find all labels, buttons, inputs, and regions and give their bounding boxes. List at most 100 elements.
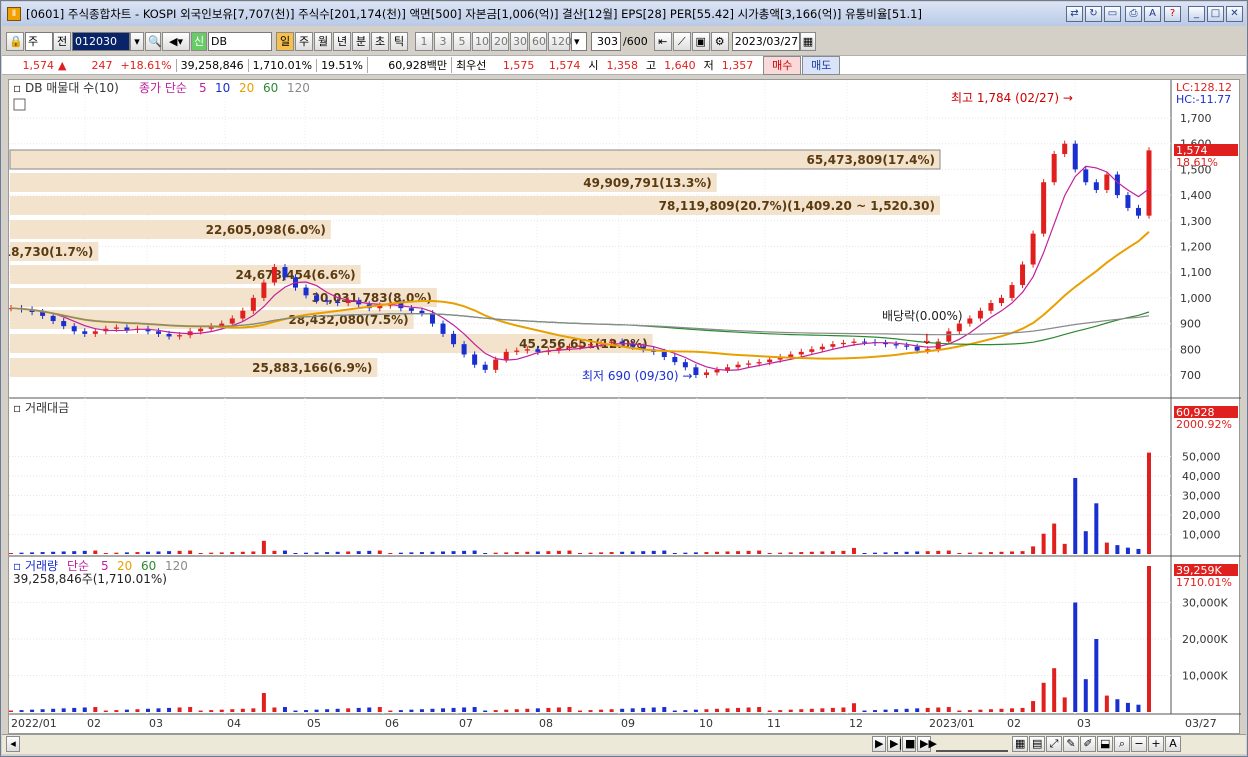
volume-bar — [556, 707, 561, 712]
amount-bar — [19, 552, 24, 554]
candle-body — [166, 333, 172, 337]
volume-bar — [72, 707, 77, 712]
period-select[interactable]: 주 — [25, 31, 53, 51]
volume-bar — [472, 707, 477, 712]
volume-bar — [746, 707, 751, 712]
zoom-in-icon[interactable]: + — [1148, 736, 1164, 752]
volume-bar — [620, 708, 625, 712]
volume-bar — [873, 710, 878, 712]
calendar-icon[interactable]: ▦ — [799, 31, 816, 51]
speaker-icon[interactable]: ◀▾ — [162, 31, 190, 51]
volume-bar — [862, 710, 867, 712]
candle-body — [893, 344, 899, 346]
candle-body — [840, 342, 846, 345]
period-tab-6[interactable]: 틱 — [390, 31, 408, 51]
volume-bar — [1115, 699, 1120, 712]
code-input[interactable]: 012030 — [72, 31, 130, 51]
count-input[interactable]: 303 — [591, 31, 621, 51]
volume-bar — [630, 708, 635, 712]
low-price: 1,357 — [721, 58, 754, 72]
trend-tool-icon[interactable]: ⟋ — [672, 31, 691, 51]
amount-bar — [30, 552, 35, 554]
chart-canvas[interactable]: 1,7001,6001,5001,4001,3001,2001,1001,000… — [0, 80, 1241, 735]
amount-bar — [714, 551, 719, 554]
stock-name-field[interactable]: DB — [208, 31, 272, 51]
volume-bar — [219, 709, 224, 712]
minimize-button[interactable]: _ — [1188, 6, 1205, 22]
sell-button[interactable]: 매도 — [802, 55, 841, 75]
play-icon[interactable]: ▶ — [872, 736, 886, 752]
volume-bar — [588, 710, 593, 712]
split-icon[interactable]: ▤ — [1029, 736, 1045, 752]
amount-bar — [377, 550, 382, 554]
interval-button-5[interactable]: 5 — [453, 31, 471, 51]
candle-body — [977, 310, 983, 319]
zoom-tool-icon[interactable]: ⇤ — [653, 31, 672, 51]
period-tab-2[interactable]: 월 — [314, 31, 332, 51]
period-tab-4[interactable]: 분 — [352, 31, 370, 51]
interval-button-1[interactable]: 1 — [415, 31, 433, 51]
interval-button-20[interactable]: 20 — [491, 31, 509, 51]
period-tab-1[interactable]: 주 — [295, 31, 313, 51]
expand-icon[interactable]: ⤢ — [1046, 736, 1062, 752]
amount-bar — [967, 552, 972, 554]
pen-icon[interactable]: ✐ — [1080, 736, 1096, 752]
search-icon[interactable]: 🔍 — [145, 31, 162, 51]
price-change-pct: +18.61% — [120, 58, 172, 72]
open-label: 시 — [588, 59, 599, 72]
link-icon[interactable]: ⇄ — [1066, 6, 1083, 22]
help-icon[interactable]: ? — [1164, 6, 1181, 22]
volume-bar — [883, 709, 888, 712]
chart-area[interactable]: 1,7001,6001,5001,4001,3001,2001,1001,000… — [0, 79, 1241, 735]
best-bid: 1,574 — [548, 58, 581, 72]
refresh-icon[interactable]: ↻ — [1085, 6, 1102, 22]
amount-bar — [1073, 477, 1078, 554]
fast-forward-icon[interactable]: ▶▶ — [917, 736, 937, 752]
magnify-icon[interactable]: ⌕ — [1114, 736, 1130, 752]
brush-icon[interactable]: ✎ — [1063, 736, 1079, 752]
fill-icon[interactable]: ⬓ — [1097, 736, 1113, 752]
scroll-left-icon[interactable]: ◂ — [6, 736, 20, 752]
volume-bar — [546, 707, 551, 712]
grid-icon[interactable]: ▦ — [1012, 736, 1028, 752]
text-tool-icon[interactable]: A — [1165, 736, 1181, 752]
volume-bar — [1104, 695, 1109, 712]
prev-button[interactable]: 전 — [53, 31, 71, 51]
candle-body — [862, 341, 867, 343]
stop-icon[interactable]: ■ — [902, 736, 916, 752]
date-input[interactable]: 2023/03/27 — [731, 31, 800, 51]
low-label: 저 — [703, 59, 714, 72]
volume-profile-label: 49,909,791(13.3%) — [583, 176, 712, 190]
candle-body — [324, 300, 330, 302]
period-tab-0[interactable]: 일 — [276, 31, 294, 51]
interval-button-10[interactable]: 10 — [472, 31, 490, 51]
step-icon[interactable]: ▶| — [887, 736, 902, 752]
open-price: 1,358 — [606, 58, 639, 72]
volume-ratio: 1,710.01% — [247, 58, 316, 72]
candle-body — [429, 313, 435, 324]
font-icon[interactable]: A — [1144, 6, 1161, 22]
price-tick-label: 1,000 — [1180, 292, 1212, 305]
settings-icon[interactable]: ⚙ — [710, 31, 729, 51]
period-tab-5[interactable]: 초 — [371, 31, 389, 51]
volume-bar — [167, 707, 172, 712]
lock-icon[interactable]: 🔒 — [6, 31, 24, 51]
zoom-slider[interactable] — [936, 736, 1008, 752]
close-button[interactable]: ✕ — [1226, 6, 1243, 22]
candle-body — [988, 303, 994, 311]
interval-dropdown-icon[interactable]: ▾ — [571, 31, 587, 51]
period-tab-3[interactable]: 년 — [333, 31, 351, 51]
restore-button[interactable]: □ — [1207, 6, 1224, 22]
interval-button-60[interactable]: 60 — [529, 31, 547, 51]
save-icon[interactable]: ▣ — [691, 31, 710, 51]
buy-button[interactable]: 매수 — [763, 55, 802, 75]
code-dropdown-icon[interactable]: ▾ — [130, 31, 144, 51]
print-icon[interactable]: ⎙ — [1125, 6, 1142, 22]
interval-button-3[interactable]: 3 — [434, 31, 452, 51]
interval-button-120[interactable]: 120 — [548, 31, 572, 51]
interval-button-30[interactable]: 30 — [510, 31, 528, 51]
volume-bar — [356, 707, 361, 712]
window-icon[interactable]: ▭ — [1104, 6, 1121, 22]
zoom-out-icon[interactable]: − — [1131, 736, 1147, 752]
volume-bar — [40, 709, 45, 712]
